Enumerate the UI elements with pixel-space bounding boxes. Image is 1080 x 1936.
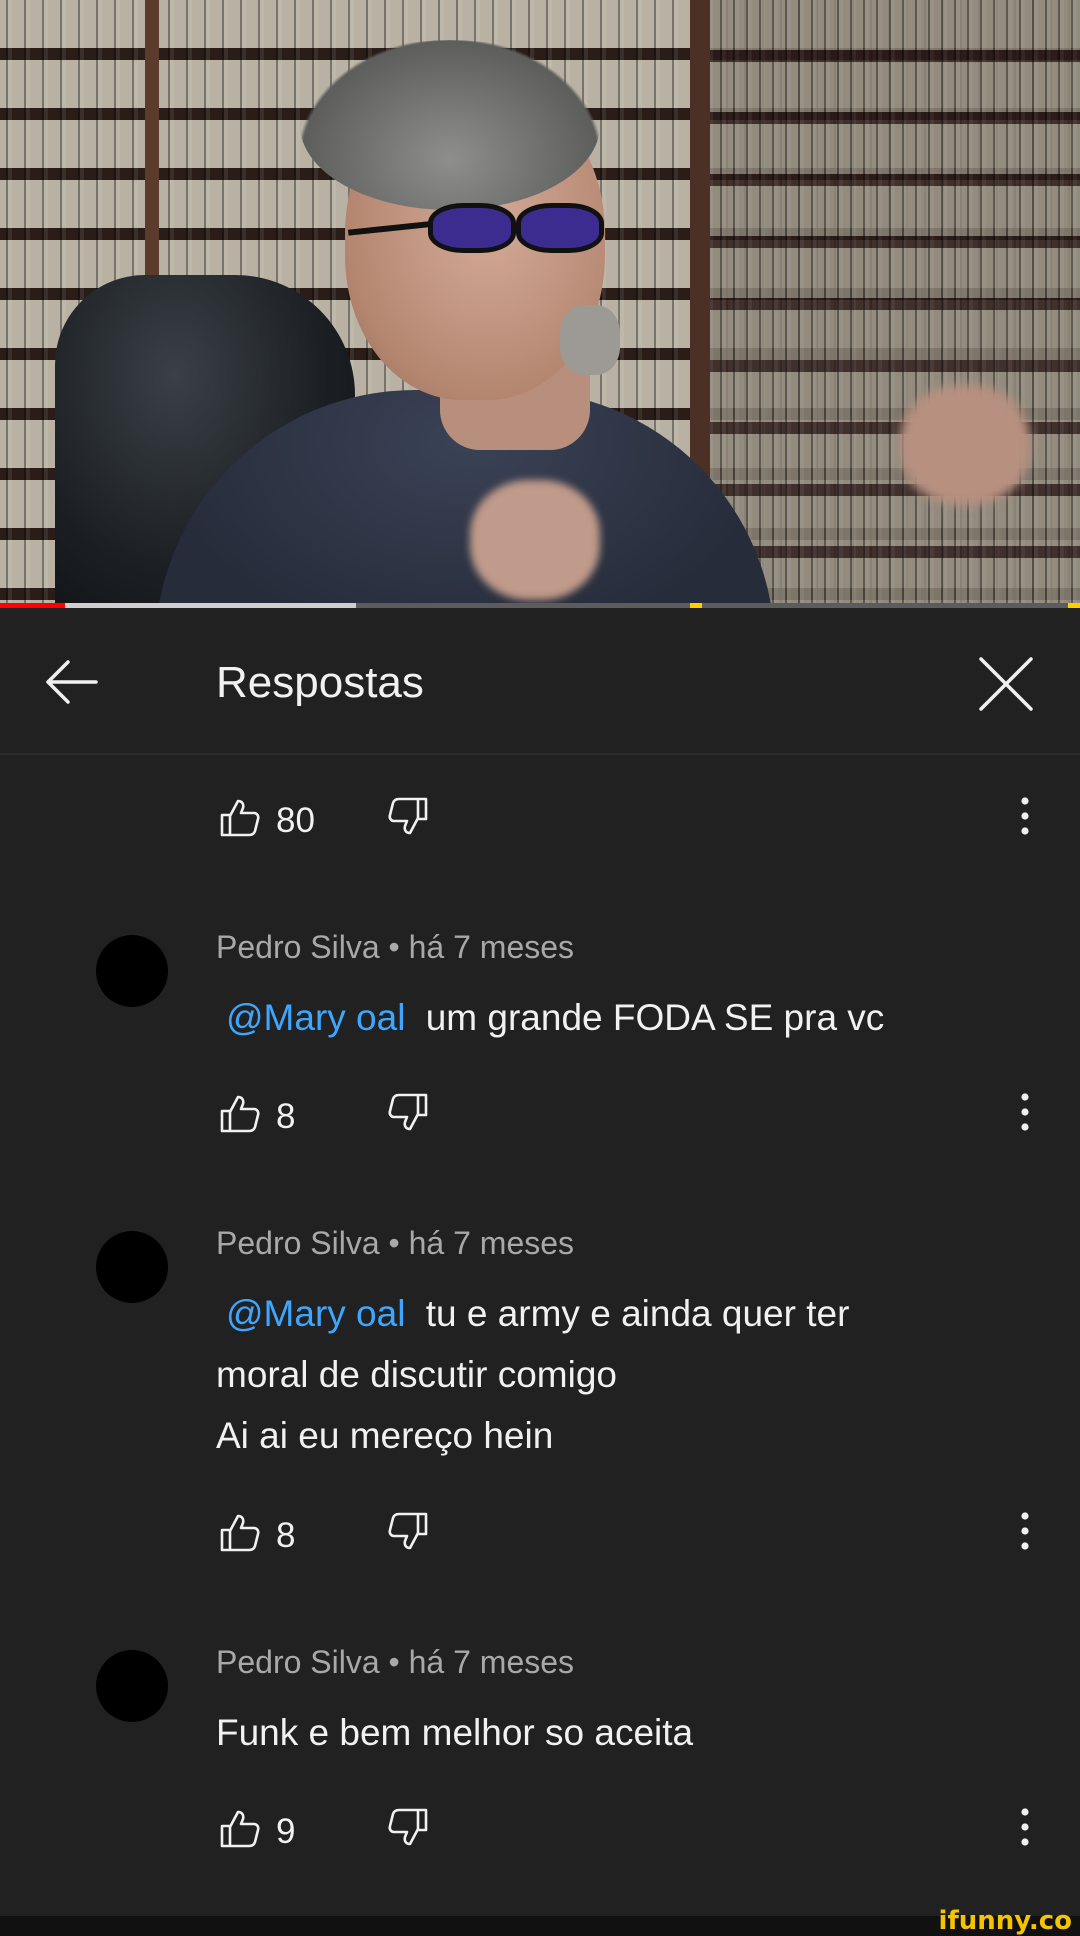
comment-meta: Pedro Silva • há 7 meses [216, 1225, 575, 1261]
arrow-left-icon [46, 660, 98, 704]
thumb-down-icon [388, 1093, 428, 1131]
comment-actions: 8 [0, 1091, 1080, 1151]
dislike-button[interactable] [386, 1510, 430, 1554]
thumb-up-icon [220, 1810, 260, 1848]
replies-header: Respostas [0, 608, 1080, 755]
comment-line: Ai ai eu mereço hein [216, 1415, 554, 1456]
comment-actions: 9 [0, 1806, 1080, 1866]
like-button[interactable] [218, 795, 262, 839]
more-options-button[interactable] [1010, 795, 1040, 839]
comment-text: @Mary oal um grande FODA SE pra vc [216, 987, 1016, 1048]
video-frame-hand [470, 480, 600, 600]
comment-line: Funk e bem melhor so aceita [216, 1712, 694, 1753]
bottom-bar [0, 1916, 1080, 1936]
avatar[interactable] [96, 1650, 168, 1722]
like-button[interactable] [218, 1806, 262, 1850]
page-title: Respostas [216, 658, 424, 707]
like-count: 9 [276, 1812, 296, 1851]
like-count: 8 [276, 1516, 296, 1555]
more-options-button[interactable] [1010, 1510, 1040, 1554]
video-frame-person-hair [300, 40, 600, 210]
more-vert-icon [1021, 1808, 1029, 1846]
video-frame-sunglasses [347, 195, 604, 255]
comment-text: @Mary oal tu e army e ainda quer ter mor… [216, 1283, 1016, 1466]
thumb-up-icon [220, 1095, 260, 1133]
dislike-button[interactable] [386, 795, 430, 839]
more-options-button[interactable] [1010, 1091, 1040, 1135]
comment-line: moral de discutir comigo [216, 1354, 617, 1395]
mention-link[interactable]: @Mary oal [226, 997, 405, 1038]
avatar[interactable] [96, 1231, 168, 1303]
comment-text: Funk e bem melhor so aceita [216, 1702, 1016, 1763]
more-vert-icon [1021, 1093, 1029, 1131]
comment-line: tu e army e ainda quer ter [425, 1293, 850, 1334]
comment-actions: 80 [0, 795, 1080, 855]
video-frame-hand [900, 385, 1030, 505]
like-button[interactable] [218, 1091, 262, 1135]
comment-meta: Pedro Silva • há 7 meses [216, 1644, 575, 1680]
thumb-down-icon [388, 1808, 428, 1846]
video-player[interactable] [0, 0, 1080, 608]
like-count: 8 [276, 1097, 296, 1136]
comment-line: um grande FODA SE pra vc [425, 997, 885, 1038]
more-vert-icon [1021, 1512, 1029, 1550]
thumb-up-icon [220, 799, 260, 837]
back-button[interactable] [40, 652, 110, 712]
dislike-button[interactable] [386, 1091, 430, 1135]
close-icon [979, 657, 1033, 711]
more-options-button[interactable] [1010, 1806, 1040, 1850]
more-vert-icon [1021, 797, 1029, 835]
like-count: 80 [276, 801, 315, 840]
avatar[interactable] [96, 935, 168, 1007]
close-button[interactable] [975, 653, 1037, 715]
mention-link[interactable]: @Mary oal [226, 1293, 405, 1334]
thumb-up-icon [220, 1514, 260, 1552]
watermark: ifunny.co [938, 1906, 1072, 1936]
comment-meta: Pedro Silva • há 7 meses [216, 929, 575, 965]
like-button[interactable] [218, 1510, 262, 1554]
thumb-down-icon [388, 1512, 428, 1550]
video-frame-person-beard [560, 305, 620, 375]
thumb-down-icon [388, 797, 428, 835]
video-frame-shelf-right [700, 0, 1080, 608]
comment-actions: 8 [0, 1510, 1080, 1570]
dislike-button[interactable] [386, 1806, 430, 1850]
